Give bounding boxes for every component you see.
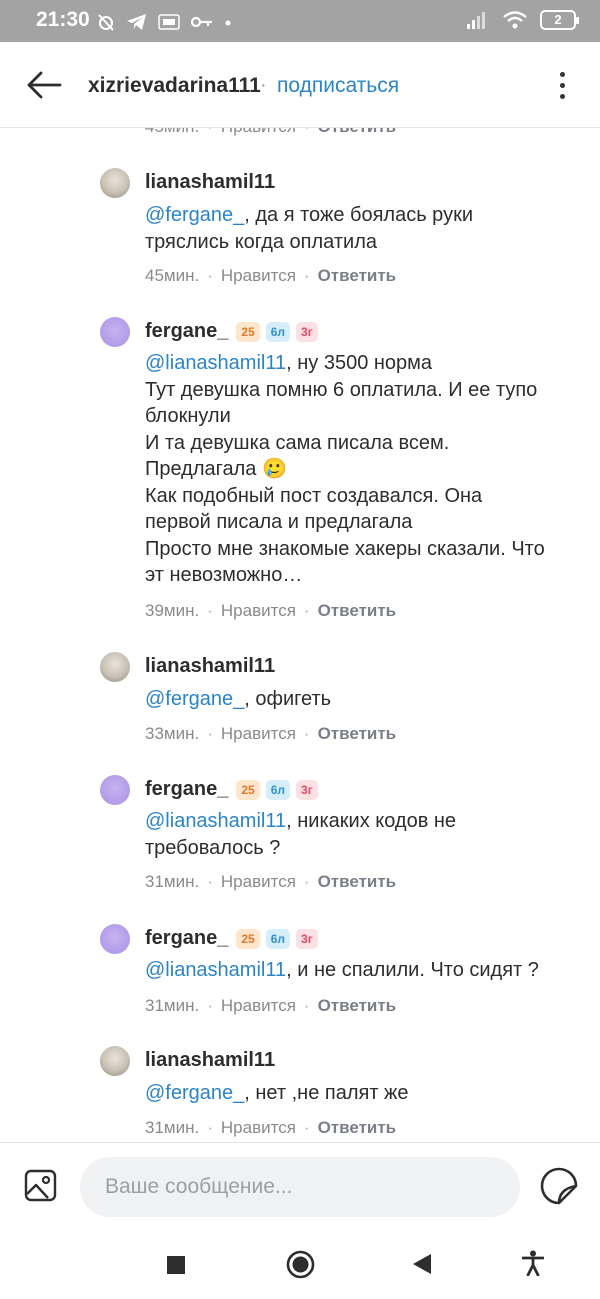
badge: 6л — [265, 779, 291, 800]
user-badges: 25 6л 3г — [236, 321, 318, 342]
accessibility-icon[interactable] — [522, 1250, 544, 1276]
comment-meta: 31мин. · Нравится · Ответить — [145, 1118, 397, 1137]
mention-link[interactable]: @lianashamil11 — [145, 352, 286, 374]
mention-link[interactable]: @lianashamil11 — [145, 810, 286, 832]
system-nav-bar — [0, 1230, 600, 1299]
comment-text: @lianashamil11, и не спалили. Что сидят … — [145, 959, 539, 981]
back-nav-icon[interactable] — [412, 1253, 432, 1275]
comment-author[interactable]: fergane_ 25 6л 3г — [145, 927, 318, 950]
sticker-icon[interactable] — [540, 1167, 578, 1205]
mention-link[interactable]: @fergane_ — [145, 688, 244, 710]
telegram-icon — [127, 14, 146, 30]
title-separator: · — [260, 74, 267, 96]
comment-meta: 33мин. · Нравится · Ответить — [145, 724, 397, 743]
like-button[interactable]: Нравится — [221, 724, 296, 743]
like-button[interactable]: Нравится — [221, 601, 296, 620]
comment-time: 39мин. — [145, 601, 200, 620]
back-arrow-icon[interactable] — [26, 70, 62, 100]
reply-button[interactable]: Ответить — [318, 601, 397, 620]
wifi-icon — [503, 11, 527, 29]
comment-time: 33мин. — [145, 724, 200, 743]
reply-button[interactable]: Ответить — [318, 724, 397, 743]
reply-button[interactable]: Ответить — [318, 872, 397, 891]
comment-text: @lianashamil11, ну 3500 норма Тут девушк… — [145, 352, 545, 586]
like-button[interactable]: Нравится — [221, 872, 296, 891]
recent-apps-icon[interactable] — [166, 1255, 186, 1275]
attach-image-icon[interactable] — [24, 1169, 57, 1202]
comment-text: @fergane_, нет ,не палят же — [145, 1082, 409, 1104]
top-bar: xizrievadarina111 · подписаться — [0, 42, 600, 128]
comment-author[interactable]: fergane_ 25 6л 3г — [145, 320, 318, 343]
avatar[interactable] — [100, 924, 130, 954]
reply-button[interactable]: Ответить — [318, 1118, 397, 1137]
badge: 6л — [265, 928, 291, 949]
status-time: 21:30 — [36, 8, 90, 31]
avatar[interactable] — [100, 317, 130, 347]
user-badges: 25 6л 3г — [236, 928, 318, 949]
badge: 25 — [236, 321, 260, 342]
comment-time: 45мин. — [145, 266, 200, 285]
comment-text: @lianashamil11, никаких кодов не требова… — [145, 810, 457, 859]
like-button[interactable]: Нравится — [221, 996, 296, 1015]
mom-life-icon — [158, 14, 180, 30]
comment-time: 31мин. — [145, 1118, 200, 1137]
notification-icons — [96, 12, 232, 32]
alarm-off-icon — [98, 14, 114, 31]
comment-meta: 39мин. · Нравится · Ответить — [145, 601, 397, 620]
comment-author[interactable]: lianashamil11 — [145, 171, 275, 194]
comment-author[interactable]: lianashamil11 — [145, 655, 275, 678]
mention-link[interactable]: @fergane_ — [145, 204, 244, 226]
comment-meta: 31мин. · Нравится · Ответить — [145, 872, 397, 891]
like-button[interactable]: Нравится — [221, 266, 296, 285]
subscribe-button[interactable]: подписаться — [277, 74, 399, 98]
message-composer — [0, 1142, 600, 1230]
badge: 3г — [296, 779, 318, 800]
comment-meta: 45мин. · Нравится · Ответить — [145, 266, 397, 285]
badge: 25 — [236, 779, 260, 800]
comment-author[interactable]: lianashamil11 — [145, 1049, 275, 1072]
mention-link[interactable]: @fergane_ — [145, 1082, 244, 1104]
avatar[interactable] — [100, 775, 130, 805]
badge: 3г — [296, 928, 318, 949]
badge: 6л — [265, 321, 291, 342]
reply-button[interactable]: Ответить — [318, 996, 397, 1015]
comment-text: @fergane_, да я тоже боялась руки трясли… — [145, 204, 474, 253]
screen: 21:30 2 xizrievadarina111 · подписаться … — [0, 0, 600, 1299]
avatar[interactable] — [100, 1046, 130, 1076]
status-bar: 21:30 2 — [0, 0, 600, 42]
key-icon — [190, 16, 212, 28]
mention-link[interactable]: @lianashamil11 — [145, 959, 286, 981]
comments-feed[interactable]: 45мин.·Нравится·Ответить lianashamil11 @… — [0, 118, 600, 1142]
home-icon[interactable] — [286, 1250, 315, 1279]
message-input[interactable] — [80, 1157, 520, 1217]
page-title[interactable]: xizrievadarina111 — [88, 74, 261, 98]
system-icons: 2 — [466, 10, 579, 30]
more-notifications-icon — [225, 20, 231, 26]
user-badges: 25 6л 3г — [236, 779, 318, 800]
more-menu-icon[interactable] — [558, 72, 568, 100]
reply-button[interactable]: Ответить — [318, 266, 397, 285]
comment-meta: 31мин. · Нравится · Ответить — [145, 996, 397, 1015]
battery-icon: 2 — [540, 10, 579, 30]
avatar[interactable] — [100, 168, 130, 198]
comment-author[interactable]: fergane_ 25 6л 3г — [145, 778, 318, 801]
comment-text: @fergane_, офигеть — [145, 688, 332, 710]
badge: 3г — [296, 321, 318, 342]
signal-icon — [467, 12, 485, 29]
badge: 25 — [236, 928, 260, 949]
comment-time: 31мин. — [145, 872, 200, 891]
comment-time: 31мин. — [145, 996, 200, 1015]
avatar[interactable] — [100, 652, 130, 682]
like-button[interactable]: Нравится — [221, 1118, 296, 1137]
